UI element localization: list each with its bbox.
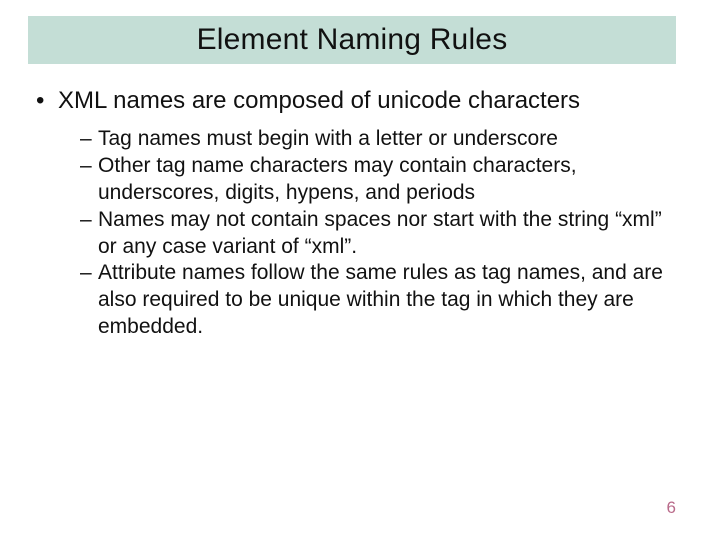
list-item: Other tag name characters may contain ch… (80, 153, 676, 207)
sub-bullet-text: Tag names must begin with a letter or un… (98, 127, 558, 150)
sub-bullet-text: Other tag name characters may contain ch… (98, 154, 577, 204)
sub-bullet-list: Tag names must begin with a letter or un… (58, 126, 676, 341)
list-item: Tag names must begin with a letter or un… (80, 126, 676, 153)
bullet-text: XML names are composed of unicode charac… (58, 87, 580, 114)
sub-bullet-text: Attribute names follow the same rules as… (98, 261, 663, 338)
list-item: Names may not contain spaces nor start w… (80, 207, 676, 261)
title-bar: Element Naming Rules (28, 16, 676, 64)
page-number: 6 (667, 498, 676, 518)
slide-title: Element Naming Rules (197, 23, 508, 57)
bullet-list: XML names are composed of unicode charac… (30, 86, 676, 341)
list-item: XML names are composed of unicode charac… (30, 86, 676, 341)
sub-bullet-text: Names may not contain spaces nor start w… (98, 208, 662, 258)
slide-content: XML names are composed of unicode charac… (30, 86, 676, 341)
list-item: Attribute names follow the same rules as… (80, 260, 676, 341)
